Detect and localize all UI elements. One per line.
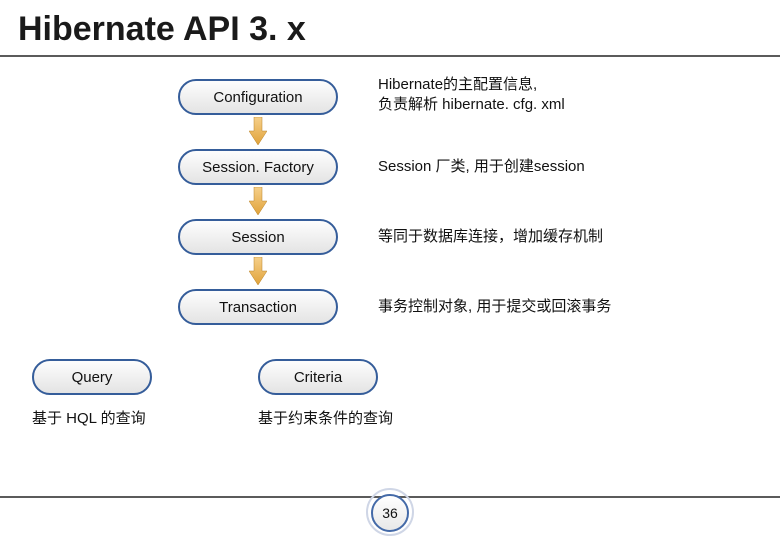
box-criteria: Criteria	[258, 359, 378, 395]
desc-configuration-l2: 负责解析 hibernate. cfg. xml	[378, 96, 565, 113]
page-number-badge: 36	[371, 494, 409, 532]
box-session: Session	[178, 219, 338, 255]
desc-session-factory: Session 厂类, 用于创建session	[378, 157, 585, 177]
arrow-3	[249, 257, 267, 285]
desc-configuration: Hibernate的主配置信息, 负责解析 hibernate. cfg. xm…	[378, 75, 565, 116]
box-session-factory: Session. Factory	[178, 149, 338, 185]
arrow-1	[249, 117, 267, 145]
desc-transaction: 事务控制对象, 用于提交或回滚事务	[378, 297, 611, 317]
page-title: Hibernate API 3. x	[0, 0, 780, 55]
desc-criteria: 基于约束条件的查询	[258, 409, 393, 429]
desc-query: 基于 HQL 的查询	[32, 409, 146, 429]
arrow-2	[249, 187, 267, 215]
box-query: Query	[32, 359, 152, 395]
diagram-area: Configuration Hibernate的主配置信息, 负责解析 hibe…	[0, 57, 780, 477]
desc-configuration-l1: Hibernate的主配置信息,	[378, 76, 537, 93]
box-configuration: Configuration	[178, 79, 338, 115]
box-transaction: Transaction	[178, 289, 338, 325]
desc-session: 等同于数据库连接，增加缓存机制	[378, 227, 603, 247]
